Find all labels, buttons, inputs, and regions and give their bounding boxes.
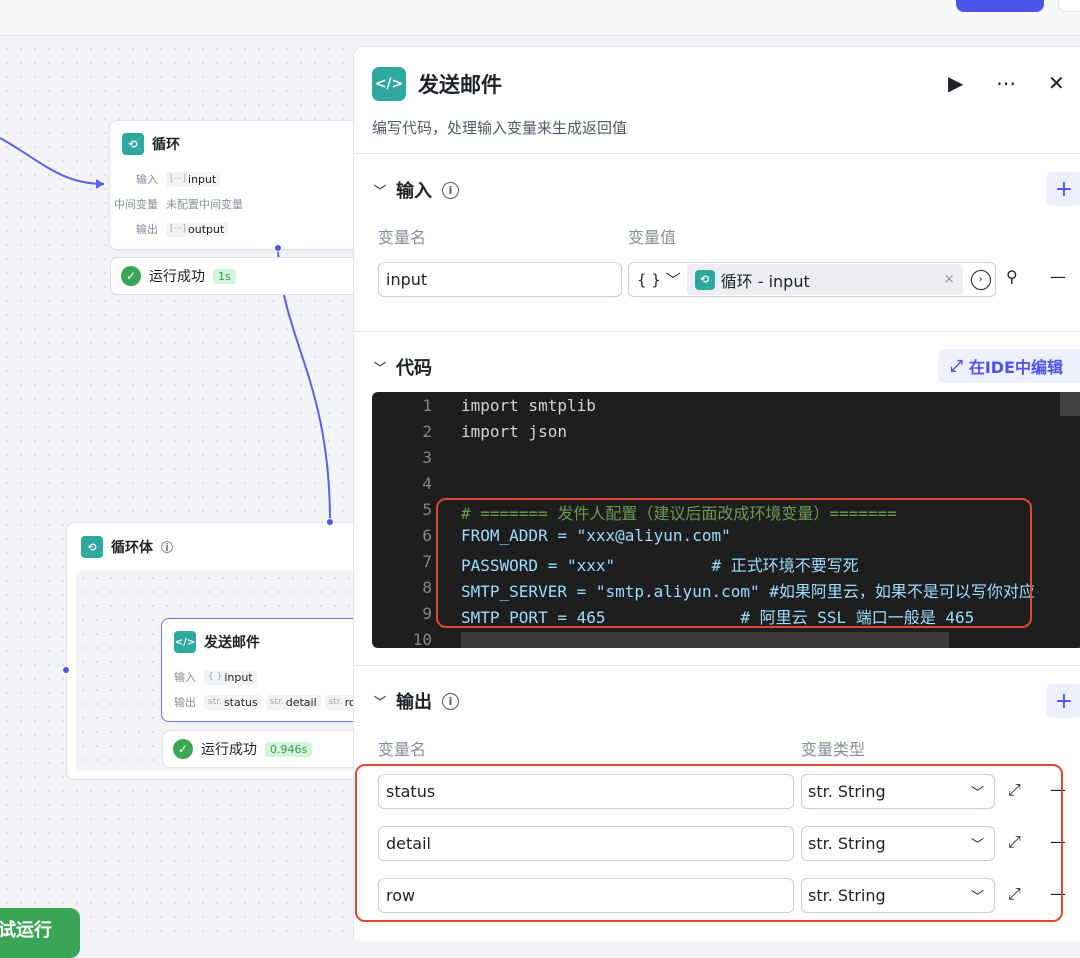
loop-input-row: 输入 [⋯] input xyxy=(110,171,224,187)
node-config-panel: </> 发送邮件 ▶ ⋯ ✕ 编写代码，处理输入变量来生成返回值 ﹀ 输入 i … xyxy=(353,46,1080,941)
edge-into-loop xyxy=(0,137,105,185)
col-var-value: 变量值 xyxy=(628,228,677,247)
col-var-type: 变量类型 xyxy=(801,740,866,759)
variable-reference-icon[interactable]: ⚲ xyxy=(1006,267,1018,286)
input-section-header[interactable]: ﹀ 输入 i xyxy=(374,177,460,203)
input-var-name-field[interactable]: input xyxy=(378,262,622,297)
loop-icon: ⟲ xyxy=(122,133,144,155)
line-number: 5 xyxy=(422,500,432,519)
edit-in-ide-button[interactable]: ⤢ 在IDE中编辑 xyxy=(938,349,1080,383)
line-number: 8 xyxy=(422,578,432,597)
success-check-icon: ✓ xyxy=(173,739,193,759)
line-number: 3 xyxy=(422,448,432,467)
code-icon: </> xyxy=(174,631,196,653)
vertical-scrollbar[interactable] xyxy=(1060,392,1080,416)
loop-body-input-port[interactable] xyxy=(326,518,334,526)
info-icon[interactable]: i xyxy=(161,541,173,554)
line-number: 10 xyxy=(412,630,432,648)
divider xyxy=(354,665,1080,666)
loop-input-tag: [⋯] input xyxy=(166,171,221,187)
email-output-tag: str. status xyxy=(204,694,262,710)
test-run-button[interactable]: 试运行 xyxy=(0,908,80,958)
loop-node-title: 循环 xyxy=(152,137,180,153)
email-node-title: 发送邮件 xyxy=(204,635,260,651)
line-number: 9 xyxy=(422,604,432,623)
remove-input-button[interactable]: — xyxy=(1050,267,1066,286)
line-number: 6 xyxy=(422,526,432,545)
email-input-tag: { } input xyxy=(204,669,257,685)
email-time-badge: 0.946s xyxy=(265,741,313,757)
add-output-button[interactable]: + xyxy=(1046,684,1080,718)
close-icon[interactable]: ✕ xyxy=(1048,71,1065,95)
code-icon: </> xyxy=(372,67,406,101)
loop-icon: ⟲ xyxy=(694,269,715,290)
chevron-down-icon[interactable]: ﹀ xyxy=(374,359,386,376)
line-number: 7 xyxy=(422,552,432,571)
output-highlight-box xyxy=(355,764,1063,922)
email-input-row: 输入 { } input xyxy=(174,669,261,685)
variable-picker-icon[interactable]: › xyxy=(970,269,991,290)
loop-node[interactable]: ⟲ 循环 输入 [⋯] input 中间变量 未配置中间变量 输出 [⋯] outp… xyxy=(109,120,369,250)
loop-body-start-port[interactable] xyxy=(62,666,70,674)
add-input-button[interactable]: + xyxy=(1046,172,1080,206)
loop-body-icon: ⟲ xyxy=(81,536,103,558)
line-number: 1 xyxy=(422,396,432,415)
email-output-tag: str. detail xyxy=(265,694,321,710)
output-section-header[interactable]: ﹀ 输出 i xyxy=(374,688,460,714)
code-line[interactable]: import smtplib xyxy=(461,396,596,415)
col-var-name: 变量名 xyxy=(378,740,427,759)
line-number: 4 xyxy=(422,474,432,493)
input-var-value-field[interactable]: { } ﹀ ⟲ 循环 - input × › xyxy=(628,262,996,297)
run-node-icon[interactable]: ▶ xyxy=(948,71,963,95)
chevron-down-icon[interactable]: ﹀ xyxy=(374,693,386,710)
loop-body-title: 循环体 xyxy=(111,540,153,556)
type-selector[interactable]: { } ﹀ xyxy=(629,269,687,290)
loop-output-tag: [⋯] output xyxy=(166,221,229,237)
email-status-card[interactable]: ✓ 运行成功 0.946s xyxy=(162,730,362,768)
line-number: 2 xyxy=(422,422,432,441)
code-highlight-box xyxy=(436,498,1032,628)
panel-title[interactable]: 发送邮件 xyxy=(418,69,502,99)
divider xyxy=(354,153,1080,154)
loop-time-badge: 1s xyxy=(213,268,236,284)
clear-icon[interactable]: × xyxy=(944,272,955,287)
panel-description[interactable]: 编写代码，处理输入变量来生成返回值 xyxy=(372,117,627,138)
edge-arrow-loop xyxy=(96,179,104,189)
email-output-row: 输出 str. status str. detail str. ro xyxy=(174,694,364,710)
loop-status-card[interactable]: ✓ 运行成功 1s xyxy=(110,257,370,295)
info-icon[interactable]: i xyxy=(442,181,460,199)
success-check-icon: ✓ xyxy=(121,266,141,286)
loop-mid-row: 中间变量 未配置中间变量 xyxy=(114,198,243,211)
horizontal-scrollbar[interactable] xyxy=(461,632,949,648)
code-section-header[interactable]: ﹀ 代码 xyxy=(374,354,432,380)
more-icon[interactable]: ⋯ xyxy=(996,71,1018,95)
email-node[interactable]: </> 发送邮件 输入 { } input 输出 str. status str. d… xyxy=(161,618,371,722)
loop-output-port[interactable] xyxy=(274,244,282,252)
code-line[interactable]: import json xyxy=(461,422,567,441)
col-var-name: 变量名 xyxy=(378,228,427,247)
divider xyxy=(354,331,1080,332)
expand-icon: ⤢ xyxy=(950,356,963,375)
variable-ref-tag[interactable]: ⟲ 循环 - input × xyxy=(686,264,963,295)
loop-output-row: 输出 [⋯] output xyxy=(110,221,232,237)
chevron-down-icon[interactable]: ﹀ xyxy=(374,182,386,199)
info-icon[interactable]: i xyxy=(442,692,460,710)
